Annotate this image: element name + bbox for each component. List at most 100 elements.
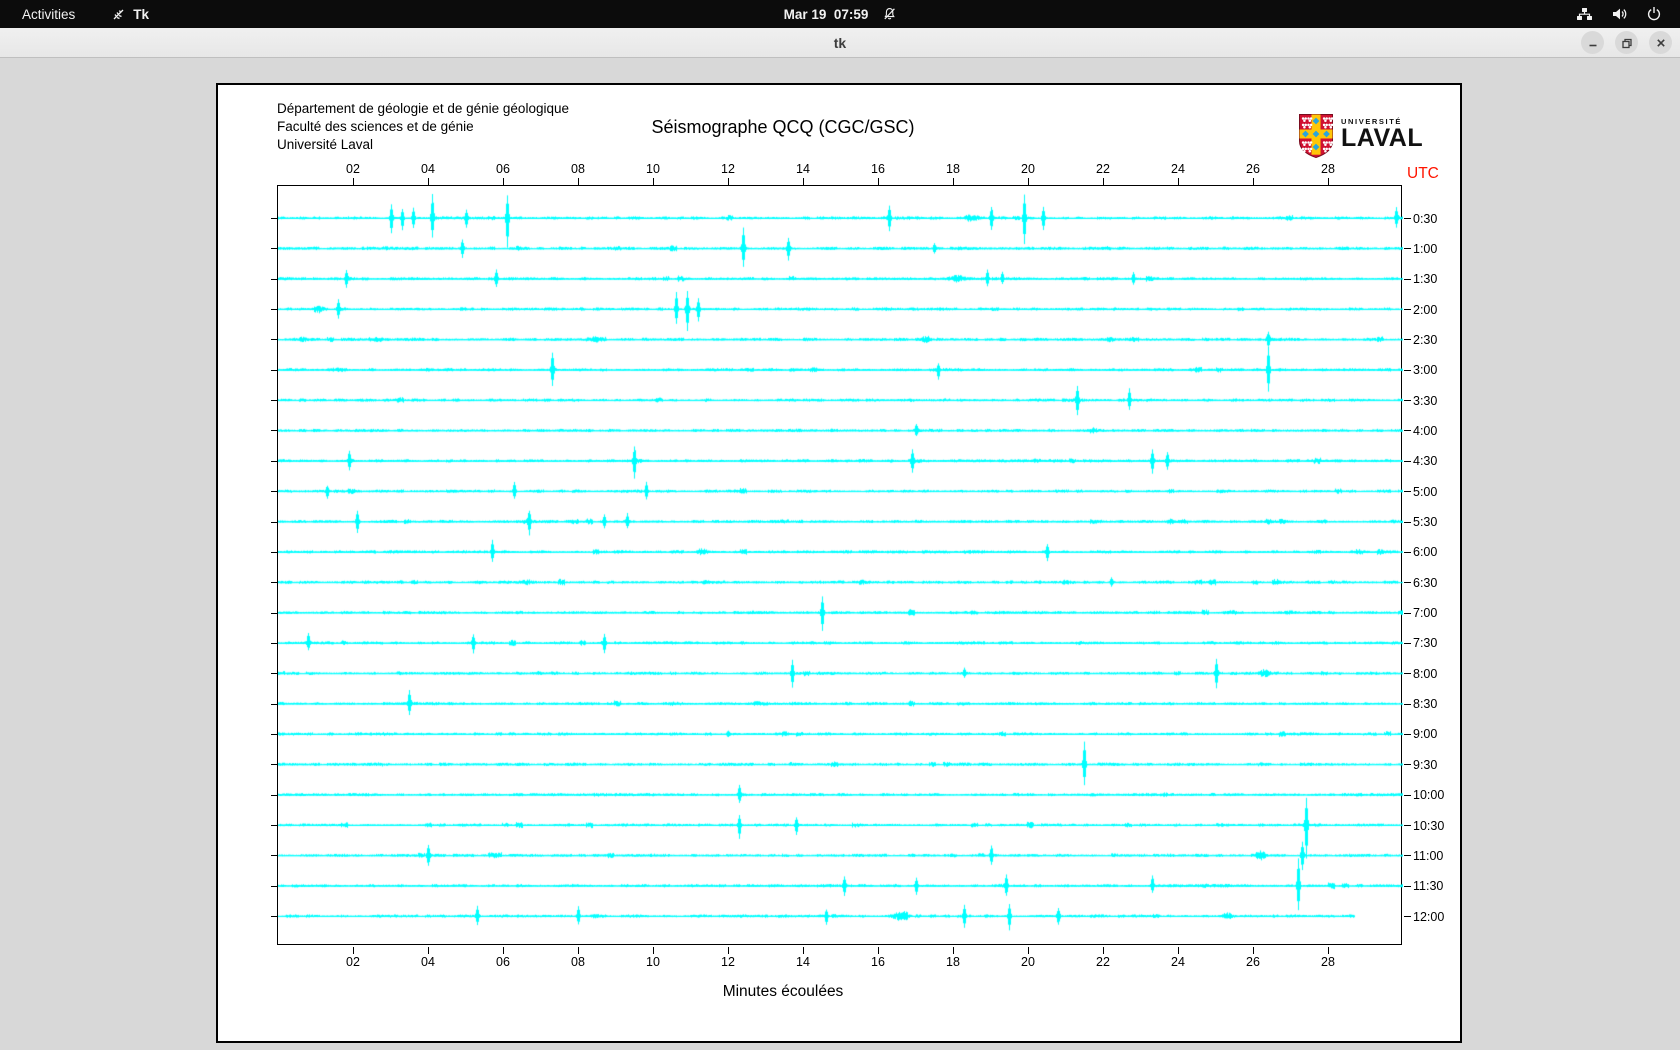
x-axis-title: Minutes écoulées (723, 983, 844, 1001)
y-axis-tick-left (271, 522, 278, 523)
x-axis-label-bottom: 20 (1021, 955, 1035, 969)
y-axis-time-label: 2:00 (1413, 303, 1437, 317)
y-axis-time-label: 9:00 (1413, 727, 1437, 741)
x-axis-tick-top (353, 178, 354, 185)
x-axis-tick-bottom (1103, 947, 1104, 954)
y-axis-time-label: 3:30 (1413, 394, 1437, 408)
y-axis-time-label: 9:30 (1413, 758, 1437, 772)
x-axis-tick-bottom (503, 947, 504, 954)
x-axis-tick-top (428, 178, 429, 185)
tk-feather-icon (111, 7, 126, 22)
seismogram-traces (278, 186, 1403, 946)
restore-button[interactable] (1615, 31, 1638, 54)
activities-button[interactable]: Activities (16, 7, 81, 22)
y-axis-tick-right (1404, 795, 1411, 796)
x-axis-tick-bottom (428, 947, 429, 954)
x-axis-label-bottom: 04 (421, 955, 435, 969)
y-axis-tick-left (271, 248, 278, 249)
y-axis-time-label: 6:30 (1413, 576, 1437, 590)
x-axis-label-bottom: 18 (946, 955, 960, 969)
y-axis-time-label: 1:00 (1413, 242, 1437, 256)
x-axis-tick-top (578, 178, 579, 185)
bell-slash-icon (882, 7, 896, 21)
x-axis-label-top: 12 (721, 162, 735, 176)
x-axis-tick-top (1028, 178, 1029, 185)
department-header: Département de géologie et de génie géol… (277, 100, 569, 154)
x-axis-tick-bottom (353, 947, 354, 954)
y-axis-tick-left (271, 855, 278, 856)
tk-app-indicator[interactable]: Tk (111, 7, 149, 22)
x-axis-label-bottom: 26 (1246, 955, 1260, 969)
y-axis-tick-right (1404, 339, 1411, 340)
y-axis-tick-left (271, 613, 278, 614)
y-axis-time-label: 2:30 (1413, 333, 1437, 347)
y-axis-time-label: 4:00 (1413, 424, 1437, 438)
y-axis-tick-right (1404, 461, 1411, 462)
y-axis-time-label: 3:00 (1413, 363, 1437, 377)
y-axis-tick-left (271, 218, 278, 219)
x-axis-tick-top (803, 178, 804, 185)
x-axis-label-top: 20 (1021, 162, 1035, 176)
x-axis-label-bottom: 16 (871, 955, 885, 969)
x-axis-label-top: 08 (571, 162, 585, 176)
y-axis-tick-right (1404, 613, 1411, 614)
y-axis-tick-right (1404, 704, 1411, 705)
x-axis-tick-top (1328, 178, 1329, 185)
window-title: tk (834, 35, 846, 51)
close-button[interactable] (1649, 31, 1672, 54)
x-axis-label-top: 02 (346, 162, 360, 176)
y-axis-tick-left (271, 339, 278, 340)
logo-laval-label: LAVAL (1341, 126, 1423, 150)
x-axis-label-bottom: 14 (796, 955, 810, 969)
y-axis-time-label: 11:00 (1413, 849, 1443, 863)
y-axis-time-label: 5:30 (1413, 515, 1437, 529)
x-axis-tick-top (503, 178, 504, 185)
y-axis-tick-left (271, 764, 278, 765)
x-axis-tick-bottom (1253, 947, 1254, 954)
header-line-1: Département de géologie et de génie géol… (277, 100, 569, 118)
y-axis-tick-left (271, 400, 278, 401)
x-axis-tick-bottom (803, 947, 804, 954)
x-axis-label-bottom: 08 (571, 955, 585, 969)
tk-app-label: Tk (133, 7, 149, 22)
y-axis-tick-right (1404, 886, 1411, 887)
y-axis-tick-left (271, 430, 278, 431)
minimize-button[interactable] (1581, 31, 1604, 54)
chart-title: Séismographe QCQ (CGC/GSC) (651, 117, 914, 138)
x-axis-tick-top (653, 178, 654, 185)
y-axis-time-label: 8:30 (1413, 697, 1437, 711)
x-axis-tick-top (953, 178, 954, 185)
y-axis-tick-left (271, 916, 278, 917)
x-axis-tick-bottom (1178, 947, 1179, 954)
y-axis-tick-left (271, 886, 278, 887)
y-axis-tick-left (271, 673, 278, 674)
y-axis-time-label: 12:00 (1413, 910, 1444, 924)
y-axis-tick-left (271, 309, 278, 310)
window-titlebar[interactable]: tk (0, 28, 1680, 58)
x-axis-label-bottom: 28 (1321, 955, 1335, 969)
y-axis-time-label: 11:30 (1413, 879, 1443, 893)
y-axis-tick-right (1404, 218, 1411, 219)
x-axis-label-top: 04 (421, 162, 435, 176)
clock-menu-button[interactable]: Mar 19 07:59 (784, 0, 897, 28)
system-menu-button[interactable] (1576, 0, 1680, 28)
x-axis-tick-bottom (653, 947, 654, 954)
y-axis-time-label: 4:30 (1413, 454, 1437, 468)
gnome-top-bar: Activities Tk Mar 19 07:59 (0, 0, 1680, 28)
y-axis-time-label: 8:00 (1413, 667, 1437, 681)
y-axis-tick-right (1404, 734, 1411, 735)
network-wired-icon (1576, 6, 1593, 22)
x-axis-label-top: 22 (1096, 162, 1110, 176)
y-axis-time-label: 7:30 (1413, 636, 1437, 650)
y-axis-time-label: 10:00 (1413, 788, 1444, 802)
y-axis-time-label: 7:00 (1413, 606, 1437, 620)
y-axis-tick-right (1404, 370, 1411, 371)
x-axis-label-top: 26 (1246, 162, 1260, 176)
y-axis-tick-right (1404, 552, 1411, 553)
x-axis-label-top: 14 (796, 162, 810, 176)
x-axis-label-top: 24 (1171, 162, 1185, 176)
y-axis-tick-right (1404, 582, 1411, 583)
x-axis-label-top: 16 (871, 162, 885, 176)
header-line-2: Faculté des sciences et de génie (277, 118, 569, 136)
y-axis-tick-right (1404, 491, 1411, 492)
